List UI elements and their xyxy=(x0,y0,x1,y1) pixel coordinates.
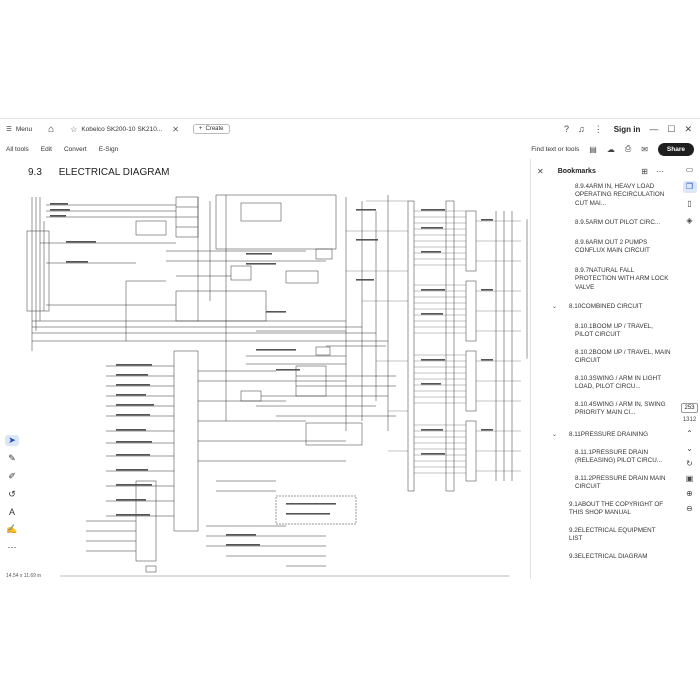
current-page-input[interactable]: 253 xyxy=(681,403,698,413)
draw-loop-icon[interactable]: ↺ xyxy=(8,489,16,500)
minimize-icon[interactable]: — xyxy=(649,124,658,134)
bookmark-item[interactable]: 9.3ELECTRICAL DIAGRAM xyxy=(569,553,665,561)
bookmark-item[interactable]: 9.2ELECTRICAL EQUIPMENT LIST xyxy=(569,527,665,544)
menu-icon: ☰ xyxy=(6,126,12,133)
bookmarks-panel-icon[interactable]: ❐ xyxy=(682,181,697,193)
close-panel-icon[interactable]: ✕ xyxy=(537,167,544,176)
bookmark-item[interactable]: 8.11.2PRESSURE DRAIN MAIN CIRCUIT xyxy=(575,475,671,492)
menu-item-edit[interactable]: Edit xyxy=(41,146,52,153)
select-cursor-icon[interactable]: ➤ xyxy=(5,435,19,446)
star-icon[interactable]: ☆ xyxy=(70,125,77,134)
chevron-down-icon[interactable]: ⌄ xyxy=(552,303,557,310)
menu-item-e-sign[interactable]: E-Sign xyxy=(99,146,119,153)
create-label: Create xyxy=(205,126,224,132)
share-button[interactable]: Share xyxy=(657,142,694,156)
bookmarks-title: Bookmarks xyxy=(557,167,596,175)
bookmark-item[interactable]: 8.11PRESSURE DRAINING xyxy=(569,431,665,439)
bookmark-item[interactable]: 9.1ABOUT THE COPYRIGHT OF THIS SHOP MANU… xyxy=(569,501,665,518)
find-text-button[interactable]: Find text or tools xyxy=(531,146,579,153)
bookmark-item[interactable]: 8.9.4ARM IN, HEAVY LOAD OPERATING RECIRC… xyxy=(575,183,671,208)
right-icon-rail: ▭ ❐ ▯ ◈ 253 1312 ⌃ ⌄ ↻ ▣ ⊕ ⊖ xyxy=(679,159,700,579)
cloud-upload-icon[interactable]: ☁ xyxy=(607,145,615,154)
chevron-down-icon[interactable]: ⌄ xyxy=(686,444,693,453)
save-icon[interactable]: ▤ xyxy=(589,145,597,154)
section-number: 9.3 xyxy=(28,167,42,178)
bell-icon[interactable]: ♫ xyxy=(578,124,585,134)
bookmark-options-icon[interactable]: ⋯ xyxy=(656,167,664,176)
pages-panel-icon[interactable]: ▯ xyxy=(687,198,691,210)
section-title: ELECTRICAL DIAGRAM xyxy=(58,167,170,178)
document-page: 9.3 ELECTRICAL DIAGRAM xyxy=(26,163,526,573)
comments-panel-icon[interactable]: ▭ xyxy=(686,164,694,176)
bookmarks-header: ✕ Bookmarks ⊞ ⋯ xyxy=(531,159,678,183)
quick-tools-rail: ➤ ✎ ✐ ↺ A ✍ ⋯ xyxy=(4,435,20,553)
print-icon[interactable]: ⎙ xyxy=(625,144,631,154)
zoom-in-icon[interactable]: ⊕ xyxy=(686,489,693,498)
bookmark-item[interactable]: 8.10.1BOOM UP / TRAVEL, PILOT CIRCUIT xyxy=(575,323,671,340)
bookmark-item[interactable]: 8.10.4SWING / ARM IN, SWING PRIORITY MAI… xyxy=(575,401,671,418)
comment-icon[interactable]: ✎ xyxy=(8,453,16,464)
sign-in-button[interactable]: Sign in xyxy=(614,125,641,134)
bookmark-item[interactable]: 8.10COMBINED CIRCUIT xyxy=(569,303,665,311)
menu-bar-actions: Find text or tools ▤ ☁ ⎙ ✉ Share xyxy=(531,139,694,159)
menu-item-convert[interactable]: Convert xyxy=(64,146,87,153)
bookmarks-panel: ✕ Bookmarks ⊞ ⋯ 8.9.4ARM IN, HEAVY LOAD … xyxy=(530,159,678,579)
bookmark-item[interactable]: 8.9.5ARM OUT PILOT CIRC... xyxy=(575,219,671,227)
total-pages: 1312 xyxy=(682,417,697,423)
document-horizontal-scrollbar[interactable] xyxy=(60,575,510,577)
refresh-icon[interactable]: ↻ xyxy=(686,459,693,468)
add-bookmark-icon[interactable]: ⊞ xyxy=(641,167,648,176)
chevron-up-icon[interactable]: ⌃ xyxy=(686,429,693,438)
menu-item-all-tools[interactable]: All tools xyxy=(6,146,29,153)
text-box-icon[interactable]: A xyxy=(9,507,15,517)
more-tools-icon[interactable]: ⋯ xyxy=(8,542,17,553)
layers-icon[interactable]: ◈ xyxy=(686,215,692,227)
pdf-viewer-window: ☰ Menu ⌂ ☆ Kobelco SK200-10 SK210... ✕ +… xyxy=(0,118,700,579)
signature-icon[interactable]: ✍ xyxy=(6,524,17,535)
apps-icon[interactable]: ⋮ xyxy=(594,124,603,135)
electrical-schematic-drawing xyxy=(26,194,521,573)
plus-icon: + xyxy=(198,126,203,132)
close-window-icon[interactable]: ✕ xyxy=(684,124,692,135)
menu-button[interactable]: ☰ Menu xyxy=(6,125,33,134)
page-heading: 9.3 ELECTRICAL DIAGRAM xyxy=(28,167,169,178)
zoom-out-icon[interactable]: ⊖ xyxy=(686,504,693,513)
bookmark-item[interactable]: 8.10.3SWING / ARM IN LIGHT LOAD, PILOT C… xyxy=(575,375,671,392)
home-icon[interactable]: ⌂ xyxy=(48,124,54,135)
bookmark-item[interactable]: 8.11.1PRESSURE DRAIN (RELEASING) PILOT C… xyxy=(575,449,671,466)
close-icon[interactable]: ✕ xyxy=(172,125,179,134)
create-button[interactable]: + Create xyxy=(192,124,230,134)
save-copy-icon[interactable]: ▣ xyxy=(686,474,694,483)
bookmark-item[interactable]: 8.10.2BOOM UP / TRAVEL, MAIN CIRCUIT xyxy=(575,349,671,366)
window-controls: ? ♫ ⋮ Sign in — ☐ ✕ xyxy=(564,119,692,139)
bookmark-item[interactable]: 8.9.6ARM OUT 2 PUMPS CONFLUX MAIN CIRCUI… xyxy=(575,239,671,256)
chevron-down-icon[interactable]: ⌄ xyxy=(552,431,557,438)
menu-bar: All tools Edit Convert E-Sign Find text … xyxy=(0,139,700,159)
document-tab-title: Kobelco SK200-10 SK210... xyxy=(81,125,163,133)
bookmark-item[interactable]: 8.9.7NATURAL FALL PROTECTION WITH ARM LO… xyxy=(575,267,671,292)
document-vertical-scrollbar[interactable] xyxy=(526,219,528,359)
email-icon[interactable]: ✉ xyxy=(641,145,648,154)
document-tab[interactable]: ☆ Kobelco SK200-10 SK210... ✕ xyxy=(64,121,185,137)
screenshot-stage: ☰ Menu ⌂ ☆ Kobelco SK200-10 SK210... ✕ +… xyxy=(0,0,700,700)
menu-label: Menu xyxy=(15,125,33,133)
help-icon[interactable]: ? xyxy=(564,124,569,134)
tab-bar: ☰ Menu ⌂ ☆ Kobelco SK200-10 SK210... ✕ +… xyxy=(0,119,700,139)
highlight-pen-icon[interactable]: ✐ xyxy=(8,471,16,482)
maximize-icon[interactable]: ☐ xyxy=(667,124,675,135)
